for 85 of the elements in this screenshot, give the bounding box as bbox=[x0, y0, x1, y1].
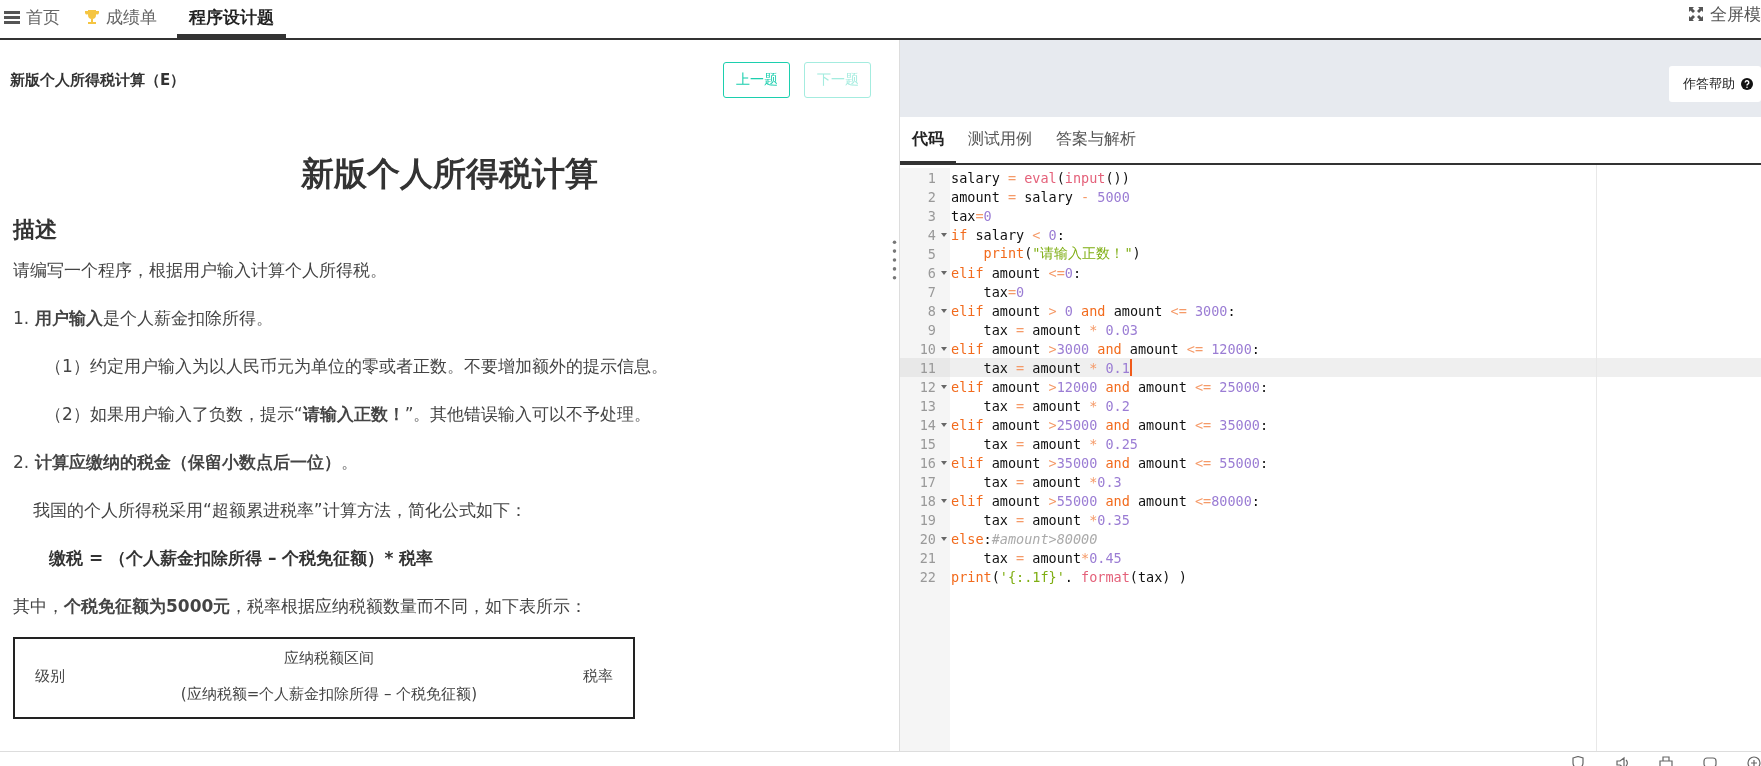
line-number: 14 bbox=[919, 416, 937, 433]
fold-arrow-icon[interactable] bbox=[941, 384, 947, 389]
speaker-icon[interactable] bbox=[1615, 756, 1629, 766]
code-line: if salary < 0: bbox=[951, 226, 1065, 243]
code-line: tax = amount*0.45 bbox=[983, 549, 1122, 566]
line-number: 6 bbox=[927, 264, 937, 281]
printer-icon[interactable] bbox=[1659, 756, 1673, 766]
code-line: tax = amount *0.3 bbox=[983, 473, 1122, 490]
table-header-cell: 级别 bbox=[14, 638, 125, 718]
code-line: elif amount >3000 and amount <= 12000: bbox=[951, 340, 1260, 357]
fullscreen-icon bbox=[1688, 6, 1704, 22]
trophy-icon bbox=[84, 9, 100, 25]
code-line: elif amount <=0: bbox=[951, 264, 1082, 281]
chat-icon[interactable] bbox=[1703, 756, 1717, 766]
code-line: elif amount > 0 and amount <= 3000: bbox=[951, 302, 1236, 319]
line-number: 22 bbox=[919, 568, 937, 585]
line-number: 19 bbox=[919, 511, 937, 528]
description-text: 缴税 = （个人薪金扣除所得 – 个税免征额）* 税率 bbox=[48, 547, 435, 570]
description-text: 2. 计算应缴纳的税金（保留小数点后一位）。 bbox=[13, 451, 359, 474]
shield-icon[interactable] bbox=[1571, 756, 1585, 766]
code-line: tax = amount * 0.1 bbox=[983, 359, 1130, 376]
code-line: elif amount >35000 and amount <= 55000: bbox=[951, 454, 1269, 471]
code-line: elif amount >12000 and amount <= 25000: bbox=[951, 378, 1269, 395]
fold-arrow-icon[interactable] bbox=[941, 422, 947, 427]
line-number: 18 bbox=[919, 492, 937, 509]
list-icon bbox=[4, 9, 20, 25]
fold-arrow-icon[interactable] bbox=[941, 536, 947, 541]
line-number: 10 bbox=[919, 340, 937, 357]
line-number: 8 bbox=[927, 302, 937, 319]
description-text: 1. 用户输入是个人薪金扣除所得。 bbox=[13, 307, 274, 330]
line-number: 4 bbox=[927, 226, 937, 243]
description-text: （1）约定用户输入为以人民币元为单位的零或者正数。不要增加额外的提示信息。 bbox=[44, 355, 669, 378]
drag-handle-icon[interactable] bbox=[892, 240, 897, 280]
fold-arrow-icon[interactable] bbox=[941, 346, 947, 351]
help-button[interactable]: 作答帮助 bbox=[1669, 65, 1761, 102]
line-number: 20 bbox=[919, 530, 937, 547]
editor-tab[interactable]: 测试用例 bbox=[956, 117, 1044, 165]
fold-arrow-icon[interactable] bbox=[941, 308, 947, 313]
code-line: salary = eval(input()) bbox=[951, 169, 1130, 186]
description-text: 我国的个人所得税采用“超额累进税率”计算方法，简化公式如下： bbox=[32, 499, 528, 522]
fold-arrow-icon[interactable] bbox=[941, 232, 947, 237]
code-line: elif amount >55000 and amount <=80000: bbox=[951, 492, 1260, 509]
code-line: tax=0 bbox=[951, 207, 992, 224]
line-number: 13 bbox=[919, 397, 937, 414]
line-number: 16 bbox=[919, 454, 937, 471]
code-line: tax = amount * 0.03 bbox=[983, 321, 1138, 338]
nav-tab[interactable]: 成绩单 bbox=[80, 0, 169, 38]
nav-tab[interactable]: 首页 bbox=[0, 0, 72, 38]
description-text: 其中，个税免征额为5000元，税率根据应纳税额数量而不同，如下表所示： bbox=[13, 595, 589, 618]
code-line: print("请输入正数！") bbox=[983, 244, 1141, 263]
line-number: 7 bbox=[927, 283, 937, 300]
fullscreen-button[interactable]: 全屏模 bbox=[1688, 0, 1761, 38]
line-number: 5 bbox=[927, 245, 937, 262]
fold-arrow-icon[interactable] bbox=[941, 498, 947, 503]
editor-tab[interactable]: 答案与解析 bbox=[1044, 117, 1148, 165]
line-number: 15 bbox=[919, 435, 937, 452]
problem-heading: 新版个人所得税计算 bbox=[300, 153, 599, 195]
code-line: print('{:.1f}'. format(tax) ) bbox=[951, 568, 1187, 585]
code-line: tax = amount * 0.25 bbox=[983, 435, 1138, 452]
line-number: 9 bbox=[927, 321, 937, 338]
question-icon bbox=[1741, 77, 1753, 90]
table-header-cell: 税率 bbox=[533, 638, 634, 718]
line-number: 1 bbox=[927, 169, 937, 186]
line-number: 17 bbox=[919, 473, 937, 490]
code-line: tax=0 bbox=[983, 283, 1025, 300]
code-line: elif amount >25000 and amount <= 35000: bbox=[951, 416, 1269, 433]
line-number: 2 bbox=[927, 188, 937, 205]
code-line: tax = amount *0.35 bbox=[983, 511, 1130, 528]
description-text: 请编写一个程序，根据用户输入计算个人所得税。 bbox=[13, 259, 388, 282]
problem-title: 新版个人所得税计算（E） bbox=[10, 70, 186, 90]
description-text: （2）如果用户输入了负数，提示“请输入正数！”。其他错误输入可以不予处理。 bbox=[44, 403, 653, 426]
table-header-cell: 应纳税额区间 (应纳税额=个人薪金扣除所得 – 个税免征额) bbox=[125, 638, 533, 718]
plus-icon[interactable] bbox=[1747, 756, 1761, 766]
code-line: tax = amount * 0.2 bbox=[983, 397, 1130, 414]
fold-arrow-icon[interactable] bbox=[941, 270, 947, 275]
code-line: amount = salary - 5000 bbox=[951, 188, 1130, 205]
nav-tab[interactable]: 程序设计题 bbox=[177, 0, 286, 38]
line-number: 11 bbox=[919, 359, 937, 376]
fold-arrow-icon[interactable] bbox=[941, 460, 947, 465]
line-number: 21 bbox=[919, 549, 937, 566]
line-number: 12 bbox=[919, 378, 937, 395]
code-line: else:#amount>80000 bbox=[951, 530, 1098, 547]
section-heading: 描述 bbox=[13, 216, 58, 244]
line-number: 3 bbox=[927, 207, 937, 224]
text-cursor bbox=[1129, 359, 1132, 376]
